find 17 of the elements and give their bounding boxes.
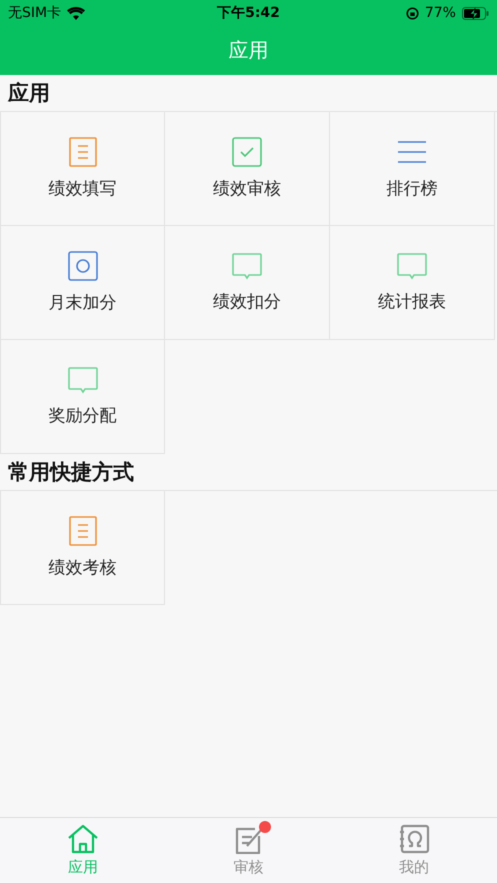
carrier-text: 无SIM卡 [8, 4, 62, 22]
app-tile[interactable]: 绩效考核 [0, 491, 165, 605]
battery-percent: 77% [424, 5, 456, 21]
home-icon [66, 824, 99, 854]
app-tile[interactable]: 绩效填写 [0, 112, 165, 226]
contacts-icon [398, 824, 430, 854]
section-title: 常用快捷方式 [7, 459, 135, 486]
page-title: 应用 [228, 37, 270, 64]
time-text: 下午5:42 [217, 4, 280, 22]
wifi-icon [67, 6, 86, 20]
app-tile[interactable]: 月末加分 [0, 226, 165, 340]
app-tile[interactable]: 排行榜 [329, 112, 495, 226]
rotation-lock-icon [406, 6, 419, 20]
app-tile[interactable]: 奖励分配 [0, 340, 165, 454]
app-tile[interactable]: 统计报表 [329, 226, 495, 340]
battery-icon [462, 6, 489, 20]
section-title: 应用 [6, 80, 51, 107]
